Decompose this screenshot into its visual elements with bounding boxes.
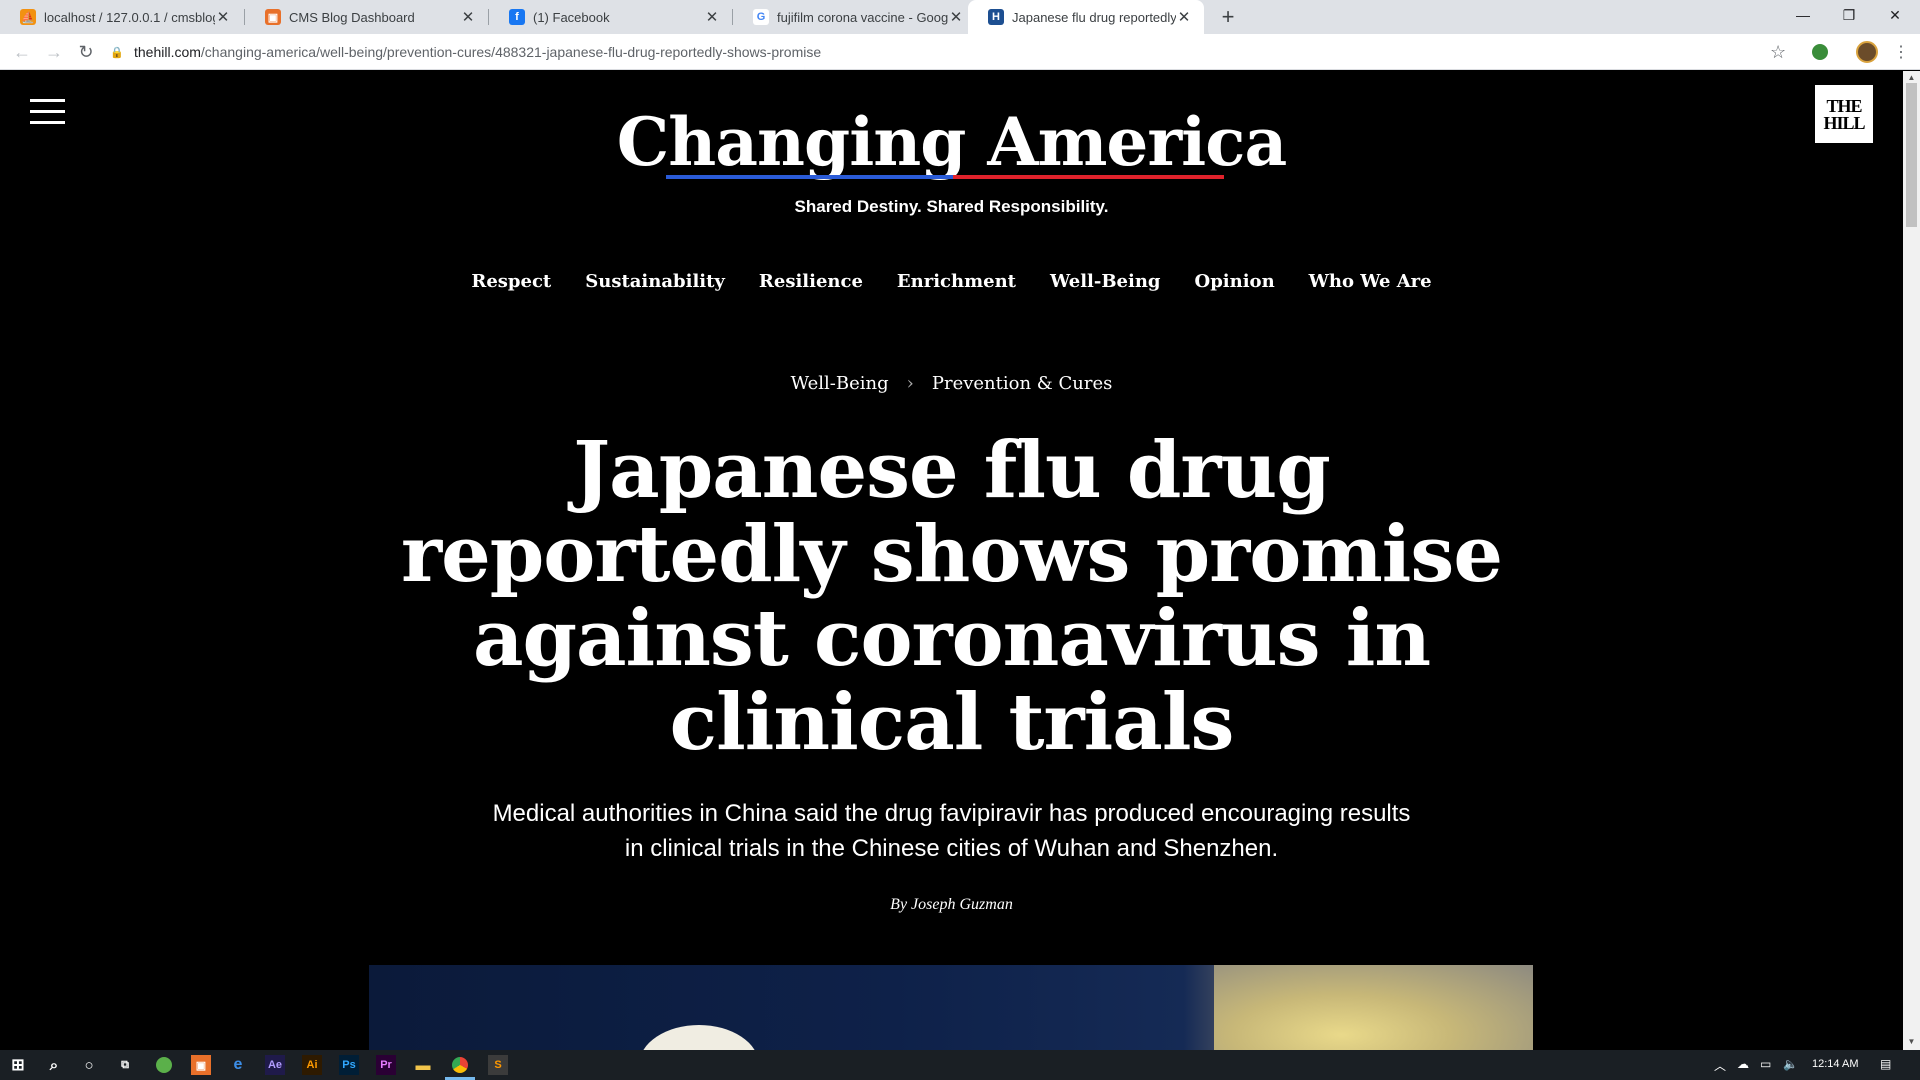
back-icon[interactable]: ←: [10, 40, 34, 64]
breadcrumb-prevention-cures[interactable]: Prevention & Cures: [932, 373, 1113, 394]
illustrator-icon[interactable]: Ai: [302, 1055, 322, 1075]
brand-underline-red: [953, 175, 1224, 179]
sublime-icon[interactable]: S: [488, 1055, 508, 1075]
scroll-up-icon[interactable]: ▲: [1903, 73, 1920, 82]
after-effects-icon[interactable]: Ae: [265, 1055, 285, 1075]
nav-item-enrichment[interactable]: Enrichment: [897, 271, 1016, 292]
close-icon[interactable]: ✕: [704, 8, 720, 26]
network-icon[interactable]: ▭: [1760, 1057, 1771, 1071]
edge-icon[interactable]: e: [228, 1055, 248, 1075]
tab-title: (1) Facebook: [533, 9, 610, 25]
forward-icon[interactable]: →: [42, 40, 66, 64]
image-detail: [1214, 965, 1533, 1050]
article-byline[interactable]: By Joseph Guzman: [0, 896, 1903, 914]
site-brand-title[interactable]: Changing America: [0, 103, 1903, 181]
chrome-icon[interactable]: [450, 1055, 470, 1075]
profile-avatar[interactable]: [1856, 41, 1878, 63]
breadcrumb-well-being[interactable]: Well-Being: [791, 373, 889, 394]
tab-thehill-article[interactable]: H Japanese flu drug reportedly sho ✕: [968, 0, 1204, 34]
bookmark-star-icon[interactable]: ☆: [1770, 42, 1786, 63]
tab-google-search[interactable]: G fujifilm corona vaccine - Google ✕: [733, 0, 976, 34]
site-tagline: Shared Destiny. Shared Responsibility.: [794, 197, 1109, 216]
nav-item-opinion[interactable]: Opinion: [1195, 271, 1275, 292]
premiere-icon[interactable]: Pr: [376, 1055, 396, 1075]
tab-phpmyadmin[interactable]: ⛵ localhost / 127.0.0.1 / cmsblog / ✕: [0, 0, 243, 34]
tab-cms-dashboard[interactable]: ▣ CMS Blog Dashboard ✕: [245, 0, 488, 34]
window-close-button[interactable]: ✕: [1872, 0, 1918, 30]
chrome-menu-icon[interactable]: ⋮: [1893, 42, 1909, 62]
tab-title: localhost / 127.0.0.1 / cmsblog /: [44, 9, 215, 25]
windows-taskbar: ⊞ ⌕ ○ ⧉ ▣ e Ae Ai Ps Pr ▬ S ︿ ☁ ▭ 🔈 12:1…: [0, 1050, 1920, 1080]
image-detail: [639, 1025, 759, 1050]
phpmyadmin-icon: ⛵: [20, 9, 36, 25]
minimize-button[interactable]: —: [1780, 0, 1826, 30]
taskbar-clock[interactable]: 12:14 AM: [1812, 1058, 1858, 1070]
brand-underline-blue: [666, 175, 953, 179]
browser-toolbar: ← → ↻ 🔒 thehill.com/changing-america/wel…: [0, 34, 1920, 70]
nav-item-sustainability[interactable]: Sustainability: [585, 271, 725, 292]
close-icon[interactable]: ✕: [215, 8, 231, 26]
nav-item-well-being[interactable]: Well-Being: [1050, 271, 1161, 292]
cortana-icon[interactable]: ○: [79, 1055, 99, 1075]
article-hero-image: [369, 965, 1533, 1050]
volume-muted-icon[interactable]: 🔈: [1783, 1057, 1798, 1071]
url-host: thehill.com: [134, 44, 201, 60]
article-page: THE HILL Changing America Shared Destiny…: [0, 71, 1903, 1050]
app-green-icon[interactable]: [154, 1055, 174, 1075]
notifications-icon[interactable]: ▤: [1880, 1057, 1891, 1071]
chevron-up-icon[interactable]: ︿: [1714, 1057, 1726, 1074]
new-tab-button[interactable]: +: [1214, 4, 1242, 30]
extension-icon[interactable]: [1812, 44, 1828, 60]
task-view-icon[interactable]: ⧉: [115, 1055, 135, 1075]
breadcrumb: Well-Being › Prevention & Cures: [0, 373, 1903, 394]
nav-item-resilience[interactable]: Resilience: [759, 271, 863, 292]
browser-tab-strip: ⛵ localhost / 127.0.0.1 / cmsblog / ✕ ▣ …: [0, 0, 1920, 34]
search-icon[interactable]: ⌕: [44, 1055, 64, 1075]
address-bar[interactable]: 🔒 thehill.com/changing-america/well-bein…: [110, 39, 1775, 65]
google-icon: G: [753, 9, 769, 25]
article-headline: Japanese flu drug reportedly shows promi…: [401, 425, 1503, 768]
facebook-icon: f: [509, 9, 525, 25]
close-icon[interactable]: ✕: [948, 8, 964, 26]
windows-start-icon[interactable]: ⊞: [8, 1055, 28, 1075]
close-icon[interactable]: ✕: [460, 8, 476, 26]
article-dek: Medical authorities in China said the dr…: [492, 800, 1411, 862]
main-nav: Respect Sustainability Resilience Enrich…: [0, 271, 1903, 292]
reload-icon[interactable]: ↻: [74, 40, 98, 64]
lock-icon[interactable]: 🔒: [110, 46, 124, 59]
scroll-down-icon[interactable]: ▼: [1903, 1037, 1920, 1046]
chevron-right-icon: ›: [906, 373, 914, 394]
tab-title: CMS Blog Dashboard: [289, 9, 415, 25]
page-scrollbar[interactable]: ▲ ▼: [1903, 71, 1920, 1050]
tab-facebook[interactable]: f (1) Facebook ✕: [489, 0, 732, 34]
tab-title: Japanese flu drug reportedly sho: [1012, 9, 1176, 25]
file-explorer-icon[interactable]: ▬: [413, 1055, 433, 1075]
nav-item-who-we-are[interactable]: Who We Are: [1309, 271, 1432, 292]
cms-icon: ▣: [265, 9, 281, 25]
scrollbar-thumb[interactable]: [1906, 83, 1917, 227]
restore-button[interactable]: ❐: [1826, 0, 1872, 30]
onedrive-icon[interactable]: ☁: [1737, 1057, 1749, 1071]
photoshop-icon[interactable]: Ps: [339, 1055, 359, 1075]
nav-item-respect[interactable]: Respect: [471, 271, 551, 292]
thehill-icon: H: [988, 9, 1004, 25]
tab-title: fujifilm corona vaccine - Google: [777, 9, 948, 25]
cms-app-icon[interactable]: ▣: [191, 1055, 211, 1075]
url-path: /changing-america/well-being/prevention-…: [200, 44, 822, 60]
close-icon[interactable]: ✕: [1176, 8, 1192, 26]
